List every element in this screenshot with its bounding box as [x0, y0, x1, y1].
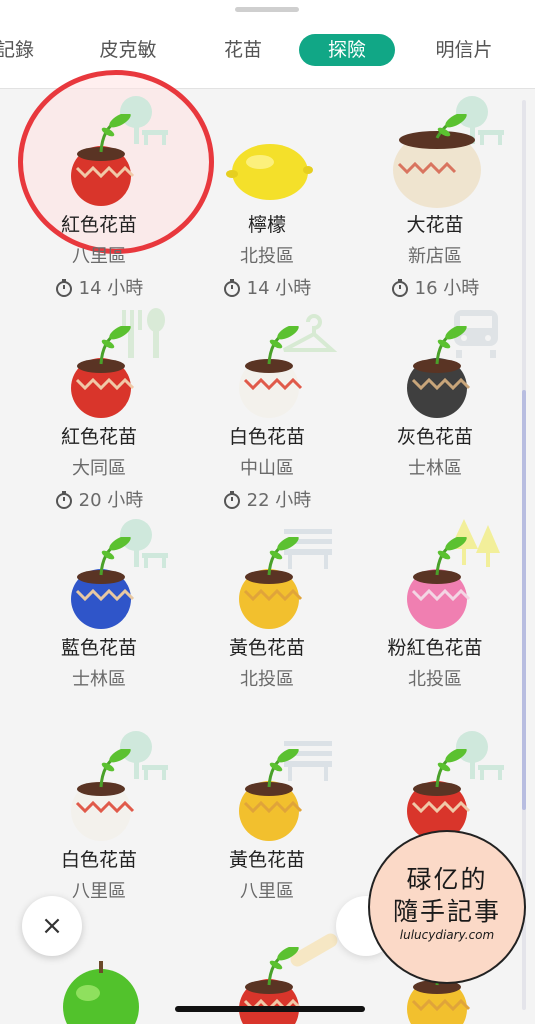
expedition-item[interactable]: 藍色花苗 士林區: [14, 515, 184, 725]
item-name: 紅色花苗: [60, 426, 137, 448]
timer-text: 14 小時: [78, 278, 144, 299]
item-image: [46, 947, 156, 1024]
expedition-item[interactable]: 大花苗新店區 16 小時: [350, 92, 520, 302]
lemon-icon: [226, 144, 313, 200]
watermark-line1: 碌亿的: [406, 865, 488, 894]
flowerpot-icon: [71, 112, 135, 206]
item-image: [214, 114, 324, 214]
close-button[interactable]: ×: [22, 896, 82, 956]
flowerpot-icon: [407, 324, 471, 418]
expedition-item[interactable]: 紅色花苗大同區 20 小時: [14, 304, 184, 514]
flowerpot-icon: [239, 945, 303, 1024]
item-name: 黃色花苗: [228, 849, 305, 871]
item-image: [46, 324, 156, 426]
item-district: 中山區: [240, 458, 294, 479]
flowerpot-icon: [407, 535, 471, 629]
tab-seedlings[interactable]: 花苗: [208, 34, 278, 66]
item-name: 白色花苗: [228, 426, 305, 448]
item-district: 新店區: [408, 246, 462, 267]
item-district: 八里區: [240, 881, 294, 902]
item-name: 灰色花苗: [396, 426, 473, 448]
item-district: 北投區: [408, 669, 462, 690]
item-image: [214, 324, 324, 426]
home-indicator[interactable]: [175, 1006, 365, 1012]
item-name: 黃色花苗: [228, 637, 305, 659]
item-image: [214, 747, 324, 849]
item-name: 粉紅色花苗: [387, 637, 483, 659]
item-timer: 20 小時: [14, 486, 184, 512]
tab-pikmin[interactable]: 皮克敏: [84, 34, 172, 66]
flowerpot-icon: [71, 747, 135, 841]
item-name: 白色花苗: [60, 849, 137, 871]
flowerpot-icon: [71, 324, 135, 418]
expedition-item[interactable]: 紅色花苗八里區 14 小時: [14, 92, 184, 302]
item-district: 大同區: [72, 458, 126, 479]
item-image: [382, 112, 492, 214]
item-image: [46, 747, 156, 849]
watermark-stamp: 碌亿的 隨手記事 lulucydiary.com: [368, 830, 526, 984]
timer-text: 16 小時: [414, 278, 480, 299]
item-name: 藍色花苗: [60, 637, 137, 659]
tab-expedition[interactable]: 探險: [299, 34, 395, 66]
timer-text: 22 小時: [246, 490, 312, 511]
item-timer: 14 小時: [182, 274, 352, 300]
item-district: 八里區: [72, 246, 126, 267]
expedition-item[interactable]: 檸檬北投區 14 小時: [182, 92, 352, 302]
item-image: [214, 945, 324, 1024]
expedition-item[interactable]: 黃色花苗 八里區: [182, 727, 352, 937]
item-name: 大花苗: [406, 214, 464, 236]
item-image: [382, 324, 492, 426]
item-image: [382, 535, 492, 637]
apple-icon: [63, 961, 139, 1024]
item-timer: 22 小時: [182, 486, 352, 512]
stopwatch-icon: [391, 278, 415, 299]
watermark-line2: 隨手記事: [392, 897, 501, 926]
watermark-url: lulucydiary.com: [399, 928, 495, 942]
item-image: [46, 112, 156, 214]
item-district: 士林區: [72, 669, 126, 690]
stopwatch-icon: [55, 490, 79, 511]
flowerpot-icon: [239, 535, 303, 629]
stopwatch-icon: [55, 278, 79, 299]
item-timer: 14 小時: [14, 274, 184, 300]
item-name: 紅色花苗: [60, 214, 137, 236]
flowerpot-icon: [393, 112, 481, 208]
item-district: 北投區: [240, 669, 294, 690]
stopwatch-icon: [223, 490, 247, 511]
stopwatch-icon: [223, 278, 247, 299]
item-image: [46, 535, 156, 637]
expedition-item[interactable]: 灰色花苗 士林區: [350, 304, 520, 514]
item-name: 檸檬: [247, 214, 286, 236]
scrollbar-thumb[interactable]: [522, 390, 526, 810]
item-image: [214, 535, 324, 637]
flowerpot-icon: [239, 324, 303, 418]
item-district: 北投區: [240, 246, 294, 267]
timer-text: 20 小時: [78, 490, 144, 511]
expedition-item[interactable]: 白色花苗中山區 22 小時: [182, 304, 352, 514]
item-district: 士林區: [408, 458, 462, 479]
expedition-item[interactable]: 黃色花苗 北投區: [182, 515, 352, 725]
tab-records[interactable]: 記錄: [0, 34, 36, 66]
tab-postcards[interactable]: 明信片: [420, 34, 508, 66]
drag-handle[interactable]: [235, 7, 299, 12]
flowerpot-icon: [71, 535, 135, 629]
close-icon: ×: [41, 911, 63, 941]
flowerpot-icon: [239, 747, 303, 841]
timer-text: 14 小時: [246, 278, 312, 299]
item-timer: 16 小時: [350, 274, 520, 300]
expedition-item[interactable]: 粉紅色花苗 北投區: [350, 515, 520, 725]
